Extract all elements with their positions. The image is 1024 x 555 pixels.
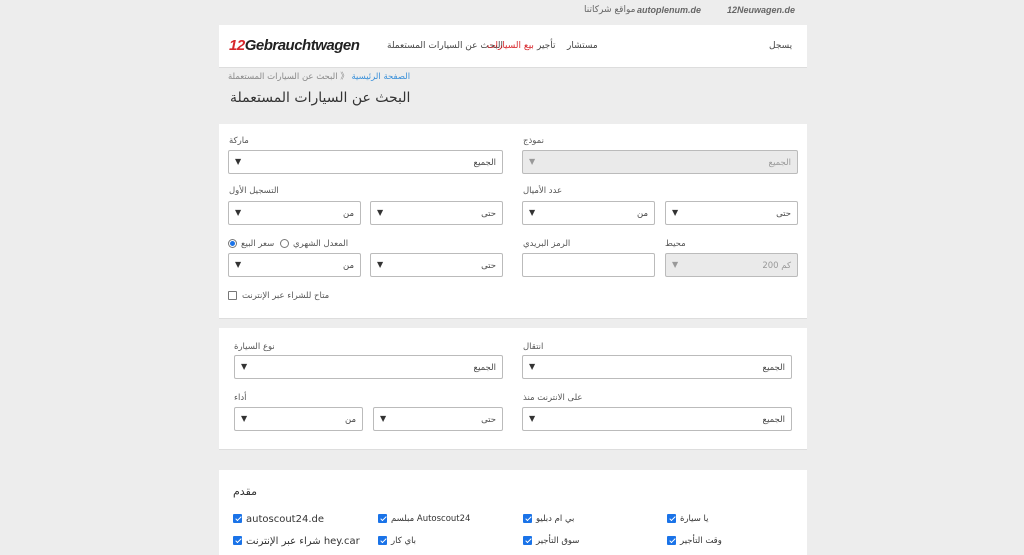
breadcrumb-separator: 《 xyxy=(340,72,349,82)
provider-checkbox[interactable] xyxy=(378,514,387,523)
power-label: أداء xyxy=(234,393,247,403)
radius-select-arrow-icon: ▼ xyxy=(672,260,679,269)
autoplenum-link[interactable]: autoplenum.de xyxy=(637,5,701,15)
transmission-arrow-icon: ▼ xyxy=(529,362,536,371)
make-select-arrow-icon: ▼ xyxy=(235,157,242,166)
first-registration-label: التسجيل الأول xyxy=(229,186,279,196)
price-monthly-label: المعدل الشهري xyxy=(293,239,349,249)
transmission-select[interactable]: الجميع ▼ xyxy=(522,355,792,379)
vehicle-type-label: نوع السيارة xyxy=(234,342,275,352)
mileage-to-select[interactable]: حتى ▼ xyxy=(665,201,798,225)
top-bar: مواقع شركاتنا autoplenum.de 12Neuwagen.d… xyxy=(0,0,1024,24)
price-from-arrow-icon: ▼ xyxy=(235,260,242,269)
autoplenum-text: autoplenum.de xyxy=(637,5,702,15)
brand-logo[interactable]: 12Gebrauchtwagen xyxy=(229,37,360,54)
model-label: نموذج xyxy=(523,136,544,146)
mileage-from-arrow-icon: ▼ xyxy=(529,208,536,217)
nav-sell-car[interactable]: بيع السيارات xyxy=(487,41,534,51)
online-buy-label: متاح للشراء عبر الإنترنت xyxy=(242,291,330,301)
provider-checkbox[interactable] xyxy=(378,536,387,545)
price-to-select[interactable]: حتى ▼ xyxy=(370,253,503,277)
vehicle-type-select[interactable]: الجميع ▼ xyxy=(234,355,503,379)
price-to-arrow-icon: ▼ xyxy=(377,260,384,269)
model-select: الجميع ▼ xyxy=(522,150,798,174)
neuwagen-link[interactable]: 12Neuwagen.de xyxy=(727,5,795,15)
mileage-to-arrow-icon: ▼ xyxy=(672,208,679,217)
group-sites-label: مواقع شركاتنا xyxy=(584,5,636,15)
providers-panel: مقدم autoscout24.de مبلسم Autoscout24 بي… xyxy=(219,470,807,555)
provider-checkbox[interactable] xyxy=(233,536,242,545)
vehicle-type-arrow-icon: ▼ xyxy=(241,362,248,371)
provider-label: شراء عبر الإنترنت hey.car xyxy=(246,536,360,547)
first-registration-from-select[interactable]: من ▼ xyxy=(228,201,361,225)
first-registration-to-select[interactable]: حتى ▼ xyxy=(370,201,503,225)
transmission-value: الجميع xyxy=(762,363,785,373)
vehicle-type-value: الجميع xyxy=(473,363,496,373)
provider-label: باي كار xyxy=(391,536,417,546)
brand-logo-number: 12 xyxy=(229,37,245,54)
provider-checkbox[interactable] xyxy=(523,536,532,545)
zip-label: الرمز البريدي xyxy=(523,239,571,249)
mileage-from-value: من xyxy=(636,209,648,219)
site-header: 12Gebrauchtwagen البحث عن السيارات المست… xyxy=(219,25,807,68)
power-to-value: حتى xyxy=(481,415,496,425)
make-select[interactable]: الجميع ▼ xyxy=(228,150,503,174)
provider-checkbox[interactable] xyxy=(667,514,676,523)
price-from-value: من xyxy=(342,261,354,271)
first-registration-from-value: من xyxy=(342,209,354,219)
model-select-arrow-icon: ▼ xyxy=(529,157,536,166)
make-label: ماركة xyxy=(229,136,249,146)
online-since-label: على الانترنت منذ xyxy=(523,393,583,403)
power-from-value: من xyxy=(344,415,356,425)
secondary-filter-panel: نوع السيارة الجميع ▼ انتقال الجميع ▼ أداء … xyxy=(219,328,807,450)
online-since-value: الجميع xyxy=(762,415,785,425)
provider-checkbox[interactable] xyxy=(233,514,242,523)
price-buy-radio[interactable] xyxy=(228,239,237,248)
radius-select: 200 كم ▼ xyxy=(665,253,798,277)
provider-label: بي ام دبليو xyxy=(536,514,575,524)
price-from-select[interactable]: من ▼ xyxy=(228,253,361,277)
provider-label: مبلسم Autoscout24 xyxy=(391,514,471,524)
first-registration-from-arrow-icon: ▼ xyxy=(235,208,242,217)
main-filter-panel: ماركة الجميع ▼ نموذج الجميع ▼ التسجيل الأو… xyxy=(219,124,807,319)
brand-logo-text: Gebrauchtwagen xyxy=(244,37,360,54)
power-to-select[interactable]: حتى ▼ xyxy=(373,407,503,431)
breadcrumb-current: البحث عن السيارات المستعملة xyxy=(228,72,338,82)
power-from-arrow-icon: ▼ xyxy=(241,414,248,423)
neuwagen-text: 12Neuwagen.de xyxy=(727,5,796,15)
providers-title: مقدم xyxy=(233,485,258,498)
provider-label: autoscout24.de xyxy=(246,514,324,525)
page-title: البحث عن السيارات المستعملة xyxy=(230,90,411,106)
provider-label: سوق التأجير xyxy=(536,536,580,546)
provider-checkbox[interactable] xyxy=(667,536,676,545)
first-registration-to-arrow-icon: ▼ xyxy=(377,208,384,217)
online-buy-checkbox[interactable] xyxy=(228,291,237,300)
price-monthly-radio[interactable] xyxy=(280,239,289,248)
online-since-select[interactable]: الجميع ▼ xyxy=(522,407,792,431)
breadcrumb-home[interactable]: الصفحة الرئيسية xyxy=(351,72,410,82)
login-link[interactable]: يسجل xyxy=(769,41,792,51)
first-registration-to-value: حتى xyxy=(481,209,496,219)
provider-label: يا سيارة xyxy=(680,514,709,524)
zip-input[interactable] xyxy=(522,253,655,277)
power-from-select[interactable]: من ▼ xyxy=(234,407,363,431)
power-to-arrow-icon: ▼ xyxy=(380,414,387,423)
mileage-label: عدد الأميال xyxy=(523,186,563,196)
nav-leasing[interactable]: تأجير xyxy=(537,41,556,51)
price-to-value: حتى xyxy=(481,261,496,271)
transmission-label: انتقال xyxy=(523,342,544,352)
make-select-value: الجميع xyxy=(473,158,496,168)
nav-advisor[interactable]: مستشار xyxy=(567,41,598,51)
provider-label: وقت التأجير xyxy=(680,536,722,546)
nav-used-car-search[interactable]: البحث عن السيارات المستعملة xyxy=(387,41,503,51)
radius-label: محيط xyxy=(665,239,686,249)
price-buy-label: سعر البيع xyxy=(241,239,275,249)
model-select-value: الجميع xyxy=(768,158,791,168)
online-since-arrow-icon: ▼ xyxy=(529,414,536,423)
mileage-to-value: حتى xyxy=(776,209,791,219)
breadcrumb: الصفحة الرئيسية 《 البحث عن السيارات المس… xyxy=(228,70,410,82)
radius-select-value: 200 كم xyxy=(762,261,791,271)
provider-checkbox[interactable] xyxy=(523,514,532,523)
mileage-from-select[interactable]: من ▼ xyxy=(522,201,655,225)
